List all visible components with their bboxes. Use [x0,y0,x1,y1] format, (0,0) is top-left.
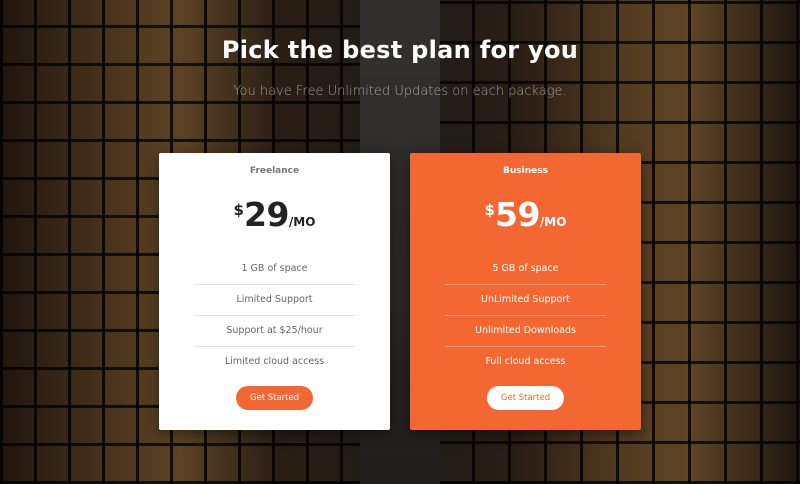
feature-item: Full cloud access [485,356,566,367]
feature-item: Limited cloud access [224,356,325,367]
feature-item: Support at $25/hour [194,316,355,347]
background-photo [0,0,800,484]
pricing-card-business: Business $59/MO 5 GB of space UnLimited … [410,153,641,430]
feature-list: 5 GB of space UnLimited Support Unlimite… [445,254,606,377]
plan-price: $59/MO [410,195,641,234]
plan-name: Freelance [249,166,300,176]
price-amount: 29 [243,195,289,234]
pricing-card-freelance: Freelance $29/MO 1 GB of space Limited S… [159,153,390,430]
feature-item: UnLimited Support [445,285,606,316]
feature-item: 1 GB of space [194,254,355,285]
get-started-button-freelance[interactable]: Get Started [236,386,313,410]
feature-list: 1 GB of space Limited Support Support at… [194,254,355,377]
price-currency: $ [233,201,244,219]
price-period: /MO [288,215,316,229]
feature-item: Unlimited Downloads [445,316,606,347]
price-currency: $ [484,201,495,219]
feature-item: Limited Support [194,285,355,316]
feature-item: 5 GB of space [445,254,606,285]
page-title: Pick the best plan for you [221,36,579,64]
background-overlay [0,0,800,484]
get-started-button-business[interactable]: Get Started [487,386,564,410]
page-subtitle: You have Free Unlimited Updates on each … [233,84,567,99]
price-amount: 59 [494,195,540,234]
price-period: /MO [539,215,567,229]
plan-price: $29/MO [159,195,390,234]
plan-name: Business [503,166,548,176]
